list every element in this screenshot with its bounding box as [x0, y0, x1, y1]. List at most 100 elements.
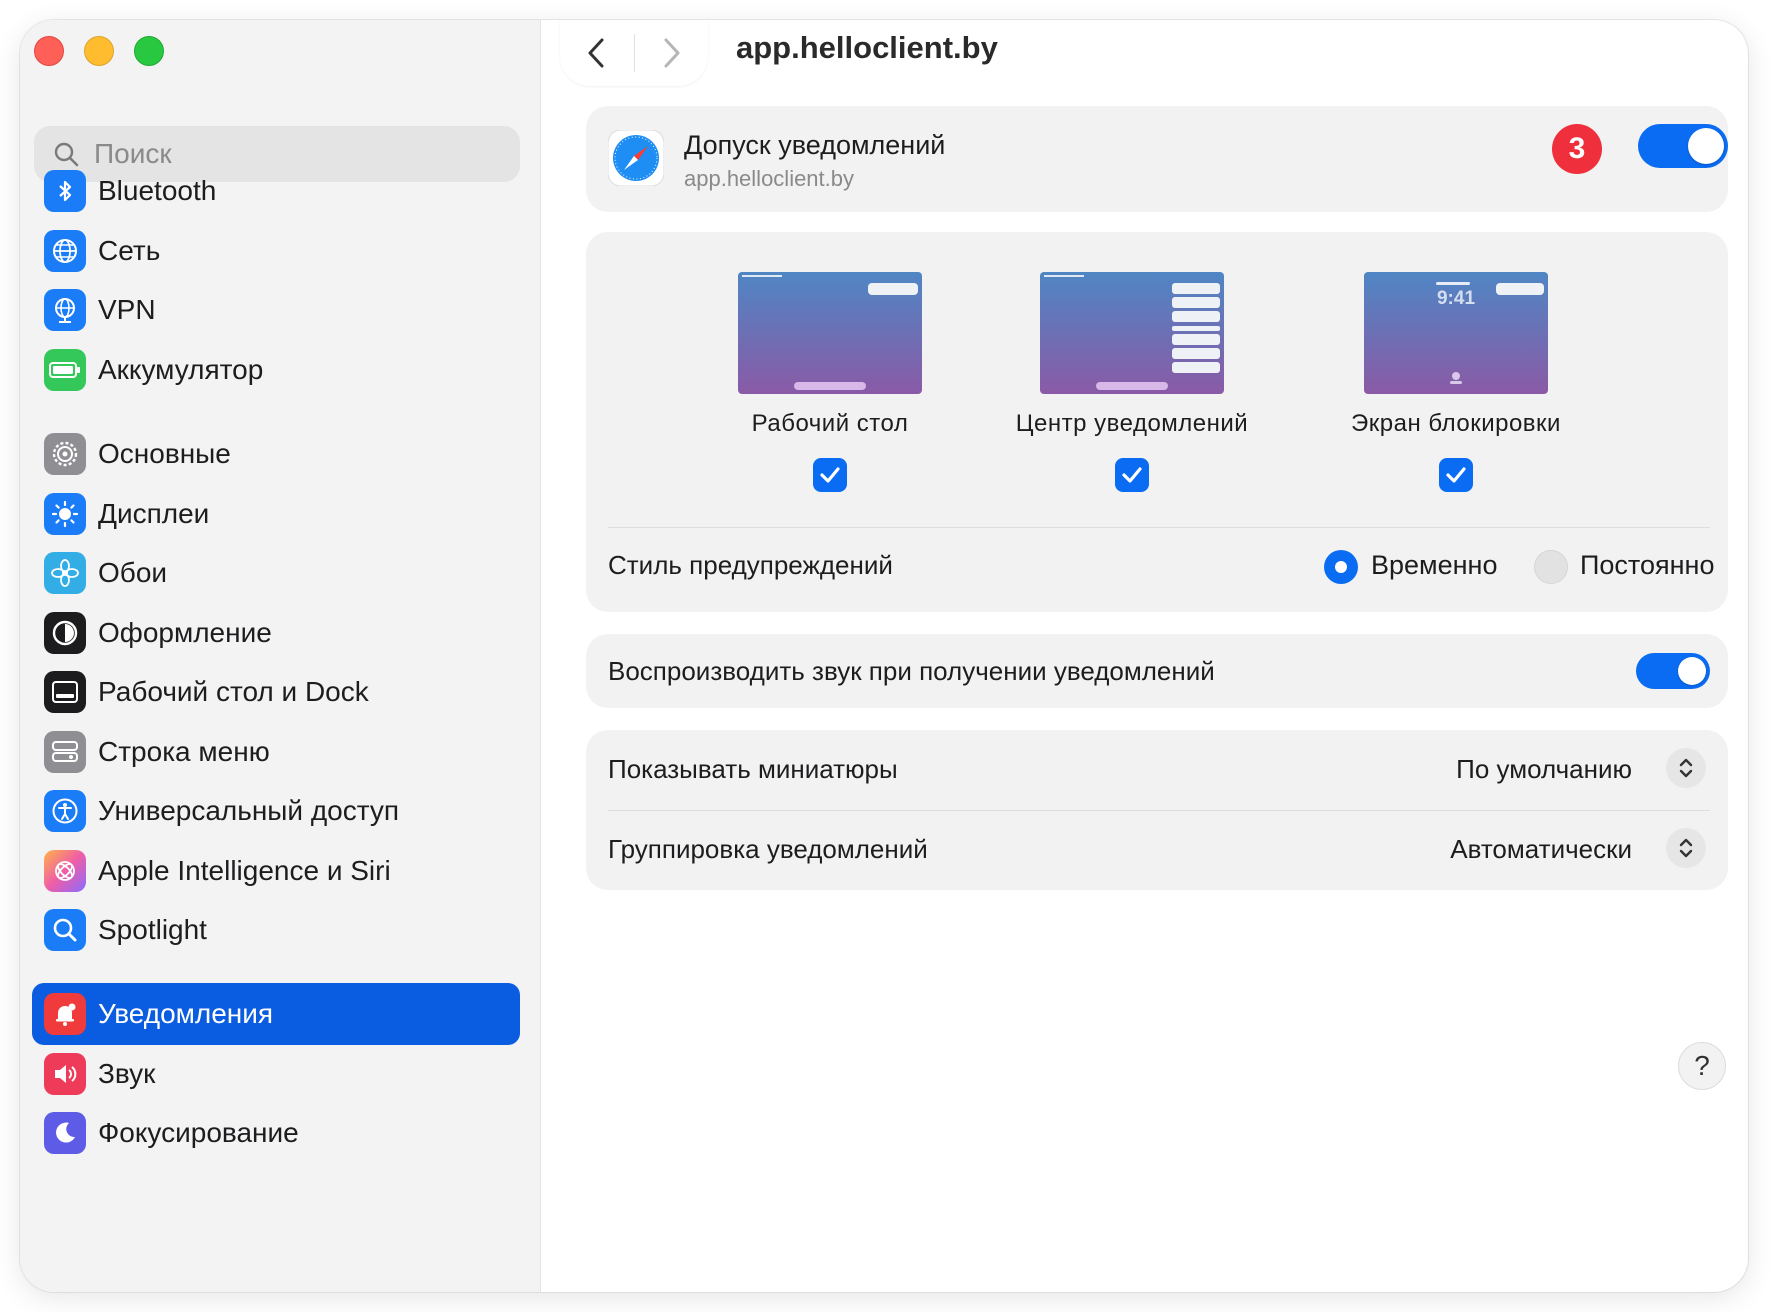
- play-sound-toggle[interactable]: [1636, 653, 1710, 689]
- alert-style-temporary-label: Временно: [1371, 550, 1498, 580]
- group-notifications-value[interactable]: Автоматически: [1450, 834, 1632, 865]
- sidebar-item-displays[interactable]: Дисплеи: [32, 483, 520, 545]
- preview-grouping-card: Показывать миниатюры По умолчанию Группи…: [586, 730, 1728, 890]
- checkmark-icon: [1122, 467, 1142, 483]
- sidebar-item-wallpaper[interactable]: Обои: [32, 542, 520, 604]
- sidebar-item-sound[interactable]: Звук: [32, 1043, 520, 1105]
- sidebar-item-label: VPN: [98, 294, 156, 325]
- forward-button[interactable]: [635, 20, 709, 86]
- app-domain: app.helloclient.by: [684, 166, 855, 191]
- notification-center-preview-thumbnail: [1040, 272, 1224, 394]
- sidebar-item-label: Строка меню: [98, 736, 270, 767]
- dock-icon: [44, 671, 86, 713]
- sidebar-item-label: Универсальный доступ: [98, 795, 400, 826]
- sidebar-item-accessibility[interactable]: Универсальный доступ: [32, 780, 520, 842]
- navigation-buttons: [560, 20, 708, 86]
- globe-icon: [44, 230, 86, 272]
- group-notifications-popup-button[interactable]: [1666, 828, 1706, 868]
- play-sound-label: Воспроизводить звук при получении уведом…: [608, 656, 1215, 686]
- sidebar-item-label: Сеть: [98, 235, 161, 266]
- siri-icon: [44, 850, 86, 892]
- allow-notifications-card: Допуск уведомлений app.helloclient.by 3: [586, 106, 1728, 212]
- sidebar-item-spotlight[interactable]: Spotlight: [32, 899, 520, 961]
- sidebar-item-label: Звук: [98, 1058, 156, 1089]
- close-button[interactable]: [34, 36, 64, 66]
- toggle-knob: [1678, 657, 1706, 685]
- minimize-button[interactable]: [84, 36, 114, 66]
- spotlight-icon: [44, 909, 86, 951]
- sidebar-item-label: Основные: [98, 438, 231, 469]
- zoom-button[interactable]: [134, 36, 164, 66]
- sidebar-item-label: Уведомления: [98, 998, 274, 1029]
- alert-style-persistent-radio[interactable]: [1534, 550, 1568, 584]
- page-title: app.helloclient.by: [736, 30, 998, 65]
- sound-card: Воспроизводить звук при получении уведом…: [586, 634, 1728, 708]
- sidebar-item-label: Фокусирование: [98, 1117, 299, 1148]
- brightness-icon: [44, 493, 86, 535]
- sidebar-item-battery[interactable]: Аккумулятор: [32, 339, 520, 401]
- lock-screen-style-checkbox[interactable]: [1439, 458, 1473, 492]
- bluetooth-icon: [44, 170, 86, 212]
- help-button[interactable]: ?: [1678, 1042, 1726, 1090]
- safari-icon: [608, 130, 664, 186]
- lock-screen-time: 9:41: [1437, 288, 1475, 309]
- sidebar-item-focus[interactable]: Фокусирование: [32, 1102, 520, 1164]
- chevron-up-down-icon: [1679, 758, 1693, 778]
- checkmark-icon: [1446, 467, 1466, 483]
- notification-styles-card: Рабочий стол Центр уведомлений 9:41 Экра…: [586, 232, 1728, 612]
- checkmark-icon: [820, 467, 840, 483]
- sidebar-item-general[interactable]: Основные: [32, 423, 520, 485]
- window-controls: [34, 36, 164, 66]
- battery-icon: [44, 349, 86, 391]
- sidebar-item-notifications[interactable]: Уведомления: [32, 983, 520, 1045]
- menubar-icon: [44, 731, 86, 773]
- bell-icon: [44, 993, 86, 1035]
- chevron-left-icon: [588, 38, 604, 68]
- desktop-style-checkbox[interactable]: [813, 458, 847, 492]
- sidebar-item-label: Аккумулятор: [98, 354, 264, 385]
- notification-count-badge: 3: [1552, 124, 1602, 174]
- sidebar-item-label: Bluetooth: [98, 175, 217, 206]
- appearance-icon: [44, 612, 86, 654]
- sidebar-item-label: Рабочий стол и Dock: [98, 676, 369, 707]
- alert-style-persistent-label: Постоянно: [1580, 550, 1715, 580]
- sidebar-item-label: Дисплеи: [98, 498, 210, 529]
- show-previews-label: Показывать миниатюры: [608, 754, 898, 784]
- gear-icon: [44, 433, 86, 475]
- chevron-up-down-icon: [1679, 838, 1693, 858]
- lock-screen-preview-thumbnail: 9:41: [1364, 272, 1548, 394]
- chevron-right-icon: [664, 38, 680, 68]
- accessibility-icon: [44, 790, 86, 832]
- sidebar-item-vpn[interactable]: VPN: [32, 279, 520, 341]
- sidebar-item-appearance[interactable]: Оформление: [32, 602, 520, 664]
- flower-icon: [44, 552, 86, 594]
- show-previews-value[interactable]: По умолчанию: [1456, 754, 1632, 785]
- app-permission-title: Допуск уведомлений: [684, 130, 946, 160]
- allow-notifications-toggle[interactable]: [1638, 124, 1728, 168]
- alert-style-label: Стиль предупреждений: [608, 550, 893, 580]
- vpn-globe-icon: [44, 289, 86, 331]
- group-notifications-label: Группировка уведомлений: [608, 834, 928, 864]
- notification-center-style-label: Центр уведомлений: [1015, 410, 1249, 437]
- moon-icon: [44, 1112, 86, 1154]
- notification-center-style-checkbox[interactable]: [1115, 458, 1149, 492]
- speaker-icon: [44, 1053, 86, 1095]
- sidebar-item-label: Обои: [98, 557, 168, 588]
- sidebar-item-network[interactable]: Сеть: [32, 220, 520, 282]
- sidebar-item-menu-bar[interactable]: Строка меню: [32, 721, 520, 783]
- alert-style-temporary-radio[interactable]: [1324, 550, 1358, 584]
- back-button[interactable]: [560, 20, 634, 86]
- divider: [608, 810, 1710, 811]
- settings-window: Поиск Bluetooth Сеть VPN Аккумулятор Осн…: [20, 20, 1748, 1292]
- sidebar-item-bluetooth[interactable]: Bluetooth: [32, 160, 520, 222]
- sidebar: Поиск Bluetooth Сеть VPN Аккумулятор Осн…: [20, 20, 541, 1292]
- toggle-knob: [1688, 128, 1724, 164]
- lock-screen-style-label: Экран блокировки: [1351, 410, 1561, 437]
- sidebar-item-label: Оформление: [98, 617, 272, 648]
- sidebar-item-label: Spotlight: [98, 914, 207, 945]
- show-previews-popup-button[interactable]: [1666, 748, 1706, 788]
- desktop-preview-thumbnail: [738, 272, 922, 394]
- sidebar-item-siri[interactable]: Apple Intelligence и Siri: [32, 840, 520, 902]
- desktop-style-label: Рабочий стол: [751, 410, 909, 437]
- sidebar-item-desktop-dock[interactable]: Рабочий стол и Dock: [32, 661, 520, 723]
